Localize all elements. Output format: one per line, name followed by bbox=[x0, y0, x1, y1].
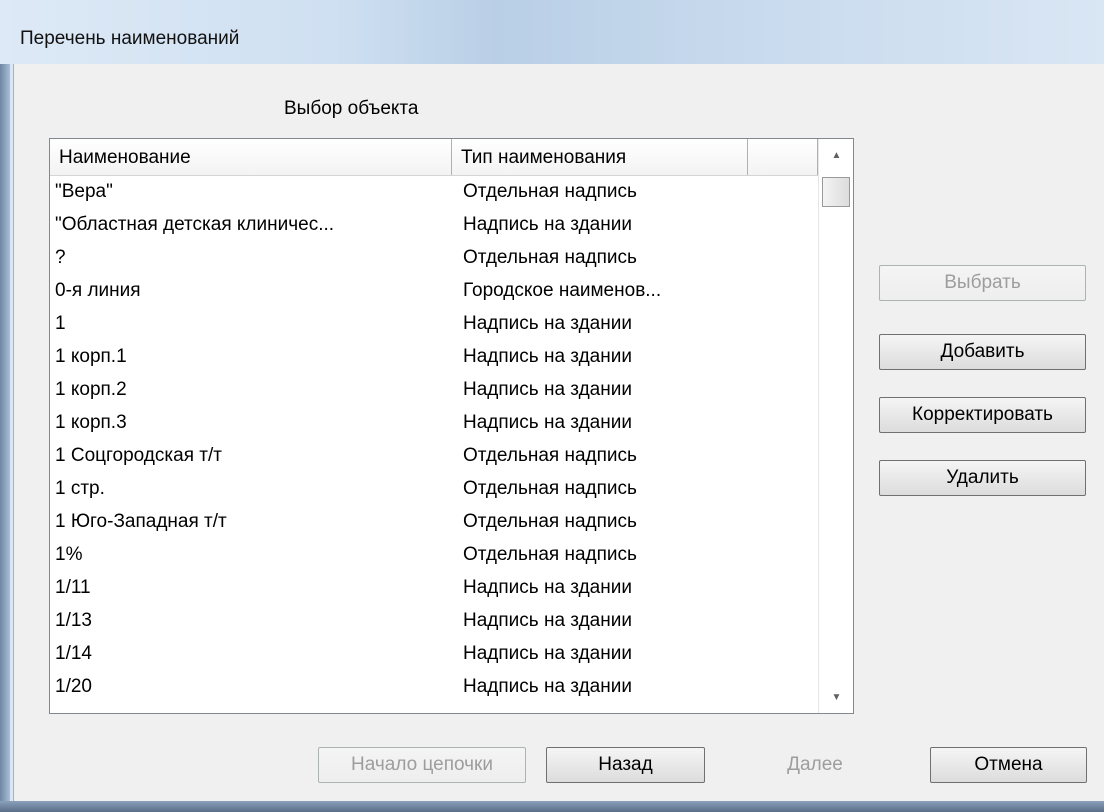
list-item[interactable]: "Областная детская клиничес... Надпись на… bbox=[50, 209, 818, 242]
list-rows: "Вера" Отдельная надпись "Областная детска… bbox=[50, 176, 818, 704]
item-type: Отдельная надпись bbox=[463, 511, 637, 532]
item-name: 1% bbox=[55, 544, 83, 565]
item-name: 1/11 bbox=[55, 577, 91, 598]
chain-start-button[interactable]: Начало цепочки bbox=[318, 747, 526, 783]
item-name: 1 корп.2 bbox=[55, 379, 127, 400]
item-name: 1 bbox=[55, 313, 66, 334]
column-header-type[interactable]: Тип наименования bbox=[452, 139, 748, 175]
item-type: Надпись на здании bbox=[463, 313, 632, 334]
delete-button[interactable]: Удалить bbox=[879, 460, 1086, 496]
list-item[interactable]: 0-я линия Городское наименов... bbox=[50, 275, 818, 308]
edit-button[interactable]: Корректировать bbox=[879, 397, 1086, 433]
cancel-button[interactable]: Отмена bbox=[930, 747, 1087, 783]
scroll-up-arrow[interactable]: ▲ bbox=[819, 145, 853, 167]
item-type: Отдельная надпись bbox=[463, 181, 637, 202]
list-item[interactable]: 1 Надпись на здании bbox=[50, 308, 818, 341]
item-type: Отдельная надпись bbox=[463, 544, 637, 565]
list-item[interactable]: 1% Отдельная надпись bbox=[50, 539, 818, 572]
item-name: 0-я линия bbox=[55, 280, 141, 301]
item-type: Надпись на здании bbox=[463, 676, 632, 697]
list-item[interactable]: 1 стр. Отдельная надпись bbox=[50, 473, 818, 506]
title-bar[interactable]: Перечень наименований bbox=[0, 0, 1104, 64]
scroll-down-arrow[interactable]: ▼ bbox=[819, 687, 853, 709]
item-type: Отдельная надпись bbox=[463, 478, 637, 499]
list-item[interactable]: 1/11 Надпись на здании bbox=[50, 572, 818, 605]
list-item[interactable]: 1/20 Надпись на здании bbox=[50, 671, 818, 704]
list-item[interactable]: 1 корп.2 Надпись на здании bbox=[50, 374, 818, 407]
back-button[interactable]: Назад bbox=[546, 747, 705, 783]
item-type: Надпись на здании bbox=[463, 346, 632, 367]
item-name: "Вера" bbox=[55, 181, 113, 202]
next-button[interactable]: Далее bbox=[739, 747, 891, 783]
item-name: "Областная детская клиничес... bbox=[55, 214, 335, 235]
item-type: Отдельная надпись bbox=[463, 247, 637, 268]
item-type: Надпись на здании bbox=[463, 577, 632, 598]
scroll-thumb[interactable] bbox=[822, 177, 850, 207]
list-item[interactable]: 1 Соцгородская т/т Отдельная надпись bbox=[50, 440, 818, 473]
window-frame-bottom bbox=[0, 801, 1104, 812]
list-item[interactable]: 1 корп.3 Надпись на здании bbox=[50, 407, 818, 440]
window-title: Перечень наименований bbox=[20, 28, 240, 49]
select-button[interactable]: Выбрать bbox=[879, 265, 1086, 301]
item-name: 1/20 bbox=[55, 676, 92, 697]
list-header: Наименование Тип наименования bbox=[50, 139, 818, 176]
names-list[interactable]: Наименование Тип наименования "Вера" Отде… bbox=[49, 138, 854, 714]
item-type: Надпись на здании bbox=[463, 643, 632, 664]
column-header-name[interactable]: Наименование bbox=[50, 139, 452, 175]
item-type: Надпись на здании bbox=[463, 214, 632, 235]
object-selection-caption: Выбор объекта bbox=[284, 98, 419, 119]
item-name: ? bbox=[55, 247, 66, 268]
list-item[interactable]: 1 Юго-Западная т/т Отдельная надпись bbox=[50, 506, 818, 539]
item-type: Отдельная надпись bbox=[463, 445, 637, 466]
list-item[interactable]: 1/13 Надпись на здании bbox=[50, 605, 818, 638]
item-name: 1/14 bbox=[55, 643, 92, 664]
item-name: 1 корп.1 bbox=[55, 346, 127, 367]
list-item[interactable]: ? Отдельная надпись bbox=[50, 242, 818, 275]
item-name: 1 Соцгородская т/т bbox=[55, 445, 222, 466]
add-button[interactable]: Добавить bbox=[879, 334, 1086, 370]
column-header-extra[interactable] bbox=[748, 139, 818, 175]
vertical-scrollbar[interactable]: ▲ ▼ bbox=[818, 139, 853, 713]
item-name: 1/13 bbox=[55, 610, 92, 631]
item-type: Надпись на здании bbox=[463, 610, 632, 631]
item-type: Надпись на здании bbox=[463, 379, 632, 400]
dialog-window: Перечень наименований Выбор объекта Наим… bbox=[0, 0, 1104, 812]
item-type: Надпись на здании bbox=[463, 412, 632, 433]
item-name: 1 корп.3 bbox=[55, 412, 127, 433]
window-frame-left bbox=[0, 64, 10, 812]
list-item[interactable]: "Вера" Отдельная надпись bbox=[50, 176, 818, 209]
item-type: Городское наименов... bbox=[463, 280, 662, 301]
list-item[interactable]: 1 корп.1 Надпись на здании bbox=[50, 341, 818, 374]
list-item[interactable]: 1/14 Надпись на здании bbox=[50, 638, 818, 671]
item-name: 1 стр. bbox=[55, 478, 105, 499]
item-name: 1 Юго-Западная т/т bbox=[55, 511, 227, 532]
